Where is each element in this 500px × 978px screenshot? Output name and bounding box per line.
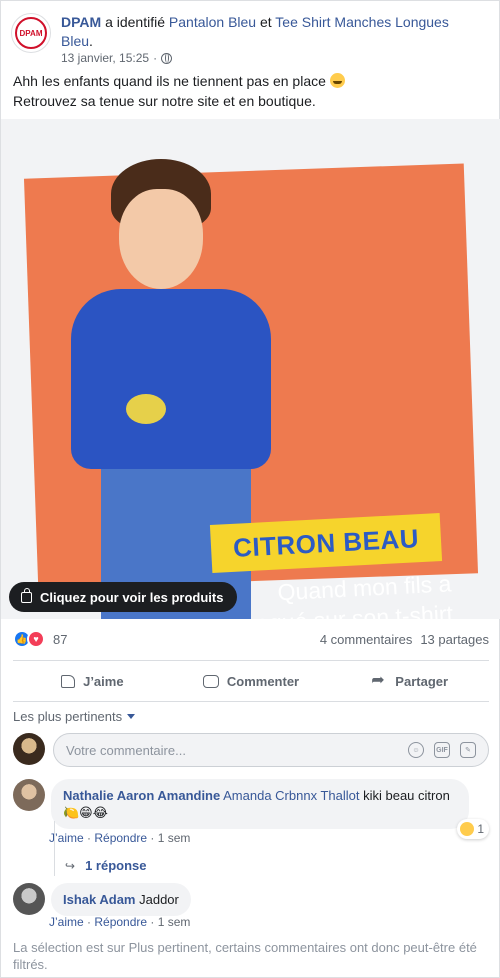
shopping-bag-icon xyxy=(21,587,32,603)
comment-bubble: Nathalie Aaron Amandine Amanda Crbnnx Th… xyxy=(51,779,469,829)
filter-note: La sélection est sur Plus pertinent, cer… xyxy=(13,940,477,972)
reply-arrow-icon: ↪ xyxy=(65,858,76,873)
comment-author[interactable]: Ishak Adam xyxy=(63,892,136,907)
lemon-illustration xyxy=(126,394,166,424)
comment-text: Jaddor xyxy=(135,892,179,907)
and-text: et xyxy=(256,14,276,30)
view-replies-link[interactable]: ↪ 1 réponse xyxy=(65,858,146,873)
gif-icon[interactable]: GIF xyxy=(434,742,450,758)
post-header: DPAM DPAM a identifié Pantalon Bleu et T… xyxy=(11,11,491,71)
comment-bubble-icon xyxy=(202,674,219,688)
avatar[interactable] xyxy=(13,779,45,811)
comment-item: Nathalie Aaron Amandine Amanda Crbnnx Th… xyxy=(13,779,489,839)
thumbs-up-icon xyxy=(61,674,76,688)
reactions-count[interactable]: 87 xyxy=(53,632,67,647)
emoji-icon[interactable]: ☺ xyxy=(408,742,424,758)
avatar[interactable] xyxy=(13,733,45,765)
post-card: DPAM DPAM a identifié Pantalon Bleu et T… xyxy=(0,0,500,978)
comment-sort-dropdown[interactable]: Les plus pertinents xyxy=(13,709,136,724)
comment-composer: Votre commentaire... ☺ GIF ✎ xyxy=(13,733,489,767)
grin-emoji-icon xyxy=(329,73,345,88)
post-meta: 13 janvier, 15:25 · xyxy=(61,51,173,65)
shares-count-link[interactable]: 13 partages xyxy=(420,632,489,647)
comment-actions: J’aime · Répondre · 1 sem xyxy=(49,915,191,929)
comment-actions: J’aime · Répondre · 1 sem xyxy=(49,831,191,845)
view-products-button[interactable]: Cliquez pour voir les produits xyxy=(9,582,238,612)
post-text: Ahh les enfants quand ils ne tiennent pa… xyxy=(13,71,483,111)
tagged-user-link[interactable]: Amanda Crbnnx Thallot xyxy=(223,788,359,803)
caret-down-icon xyxy=(127,714,136,719)
reaction-icons[interactable]: 👍 ♥ xyxy=(13,630,45,648)
identified-text: a identifié xyxy=(101,14,169,30)
comment-emojis: 🍋😁😂 xyxy=(63,805,108,820)
share-button[interactable]: Partager xyxy=(330,661,489,701)
comment-button[interactable]: Commenter xyxy=(172,661,331,701)
comment-time[interactable]: 1 sem xyxy=(158,915,191,929)
love-reaction-icon: ♥ xyxy=(27,630,45,648)
comment-text: kiki beau citron xyxy=(359,788,450,803)
comment-reply-link[interactable]: Répondre xyxy=(94,915,147,929)
haha-reaction-icon xyxy=(460,822,475,836)
product-link-pantalon[interactable]: Pantalon Bleu xyxy=(169,14,256,30)
post-image[interactable]: CITRON BEAU Quand mon fils a craqué sur … xyxy=(1,119,500,619)
comment-time[interactable]: 1 sem xyxy=(158,831,191,845)
avatar[interactable] xyxy=(13,883,45,915)
post-timestamp[interactable]: 13 janvier, 15:25 xyxy=(61,51,149,65)
comment-reply-link[interactable]: Répondre xyxy=(94,831,147,845)
post-headline: DPAM a identifié Pantalon Bleu et Tee Sh… xyxy=(61,14,449,49)
dpam-logo: DPAM xyxy=(15,17,47,49)
action-bar: J’aime Commenter Partager xyxy=(13,660,489,702)
reply-thread-line xyxy=(54,821,55,876)
page-name-link[interactable]: DPAM xyxy=(61,14,101,30)
share-arrow-icon xyxy=(371,670,387,690)
like-button[interactable]: J’aime xyxy=(13,661,172,701)
sticker-icon[interactable]: ✎ xyxy=(460,742,476,758)
globe-icon xyxy=(161,52,173,64)
comment-bubble: Ishak Adam Jaddor xyxy=(51,883,191,916)
comment-input[interactable]: Votre commentaire... ☺ GIF ✎ xyxy=(53,733,489,767)
comment-author[interactable]: Nathalie Aaron Amandine xyxy=(63,788,220,803)
comments-count-link[interactable]: 4 commentaires xyxy=(320,632,412,647)
comment-reaction-badge[interactable]: 1 xyxy=(457,819,489,839)
reactions-summary: 👍 ♥ 87 4 commentaires 13 partages xyxy=(13,629,489,649)
page-avatar[interactable]: DPAM xyxy=(11,13,51,53)
comment-item: Ishak Adam Jaddor xyxy=(13,883,489,919)
comment-like-link[interactable]: J’aime xyxy=(49,915,84,929)
